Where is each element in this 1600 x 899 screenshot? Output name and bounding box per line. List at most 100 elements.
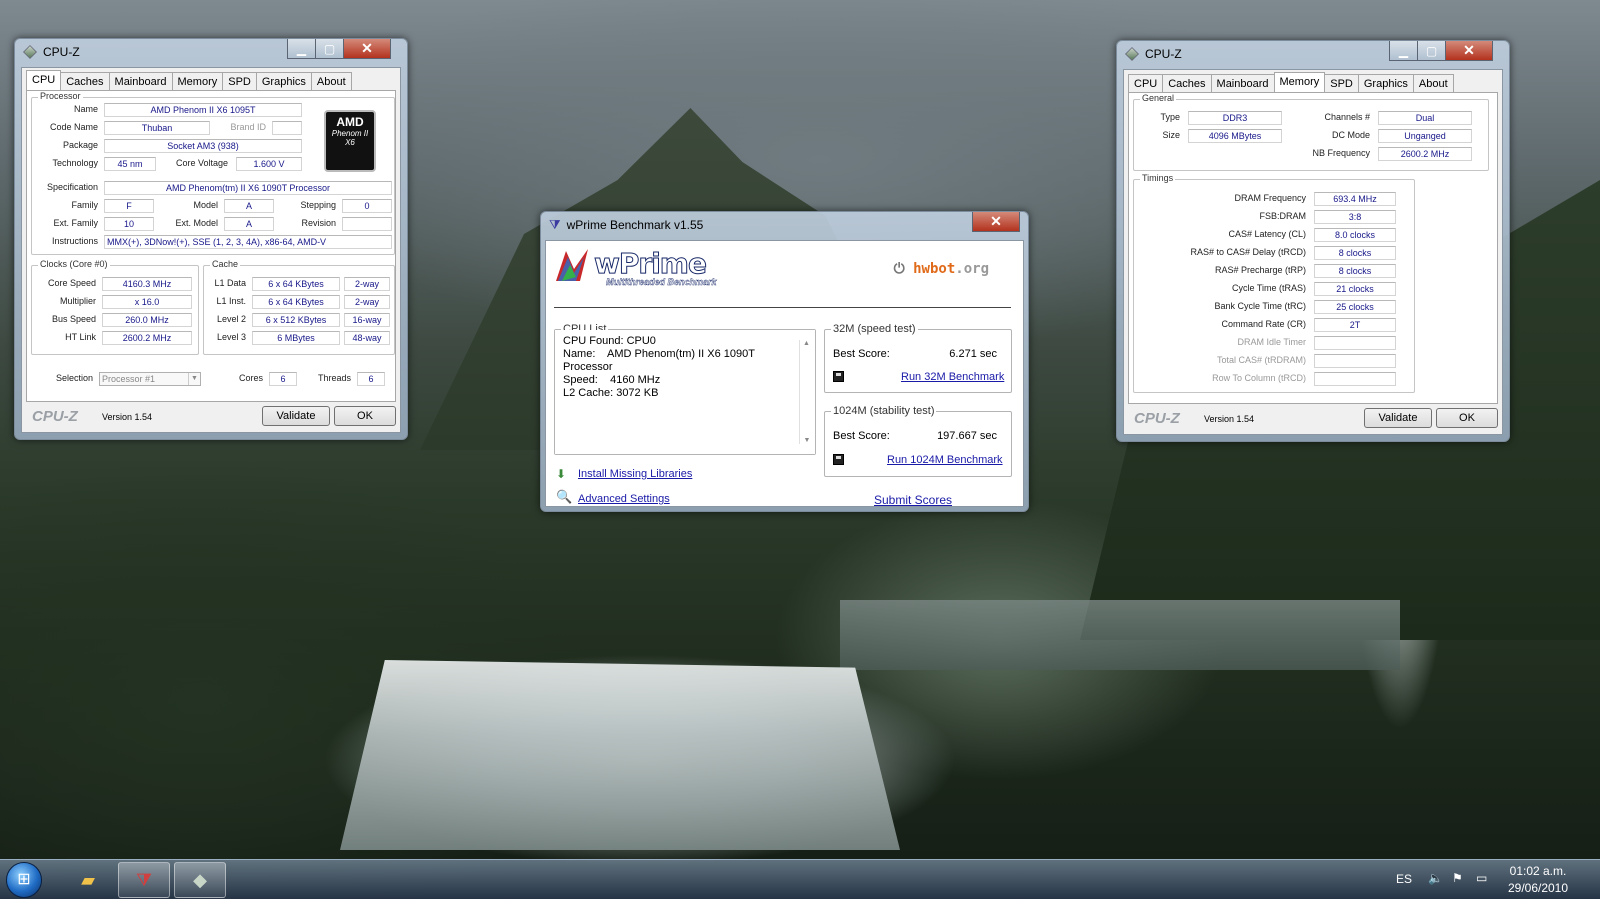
cpuz-window-cpu[interactable]: CPU-Z ▁ ▢ ✕ CPU Caches Mainboard Memory … (14, 38, 408, 440)
timings-group: Timings DRAM Frequency 693.4 MHz FSB:DRAM 3… (1133, 173, 1415, 393)
maximize-button[interactable]: ▢ (316, 39, 344, 58)
tab-caches[interactable]: Caches (60, 72, 110, 90)
wprime-logo-text: wPrime (594, 247, 708, 281)
advanced-settings-link[interactable]: Advanced Settings (578, 493, 670, 505)
channels-value: Dual (1378, 111, 1472, 125)
stability-test-score: 197.667 sec (937, 430, 997, 442)
scroll-down-icon[interactable]: ▼ (800, 437, 814, 444)
window-controls: ▁ ▢ ✕ (1389, 41, 1493, 61)
multiplier-label: Multiplier (59, 296, 96, 306)
window-title: CPU-Z (43, 45, 80, 59)
wprime-taskbar-button[interactable]: ⧩ (118, 862, 170, 898)
scroll-up-icon[interactable]: ▲ (800, 340, 813, 347)
tab-about[interactable]: About (310, 72, 352, 90)
validate-button[interactable]: Validate (262, 406, 330, 426)
wprime-app-icon: ⧩ (549, 217, 561, 232)
close-button[interactable]: ✕ (973, 212, 1019, 231)
tab-caches[interactable]: Caches (1162, 74, 1212, 92)
l1-inst-value: 6 x 64 KBytes (252, 295, 340, 309)
cpu-list-box[interactable]: CPU Found: CPU0 Name: AMD Phenom(tm) II … (555, 330, 815, 454)
run-32m-benchmark-link[interactable]: Run 32M Benchmark (901, 371, 1004, 383)
tab-graphics[interactable]: Graphics (1357, 74, 1414, 92)
speed-test-score: 6.271 sec (949, 348, 997, 360)
volume-muted-icon[interactable]: 🔈 (1428, 871, 1443, 885)
tab-memory[interactable]: Memory (1273, 72, 1326, 92)
validate-button[interactable]: Validate (1364, 408, 1432, 428)
brandid-value (272, 121, 302, 135)
timing-value: 8.0 clocks (1314, 228, 1396, 242)
hwbot-icon: ⏻ (893, 261, 914, 277)
tab-memory[interactable]: Memory (171, 72, 224, 90)
install-missing-libraries-link[interactable]: Install Missing Libraries (578, 468, 692, 480)
ok-button[interactable]: OK (334, 406, 396, 426)
network-icon[interactable]: ▭ (1476, 871, 1487, 885)
cpuz-client: CPU Caches Mainboard Memory SPD Graphics… (21, 67, 401, 433)
amd-logo-variant: X6 (345, 138, 355, 147)
stability-test-label: 1024M (stability test) (831, 405, 937, 417)
cpuz-logo: CPU-Z (1134, 410, 1180, 427)
wprime-titlebar[interactable]: ⧩ wPrime Benchmark v1.55 (541, 212, 1028, 238)
tab-mainboard[interactable]: Mainboard (1210, 74, 1275, 92)
tab-graphics[interactable]: Graphics (255, 72, 312, 90)
processor-select[interactable]: Processor #1 ▼ (99, 372, 201, 386)
stepping-value: 0 (342, 199, 392, 213)
save-icon[interactable] (833, 454, 844, 465)
tab-mainboard[interactable]: Mainboard (108, 72, 173, 90)
submit-scores-link[interactable]: Submit Scores (874, 493, 952, 507)
minimize-button[interactable]: ▁ (288, 39, 316, 58)
name-value: AMD Phenom II X6 1095T (104, 103, 302, 117)
wprime-window[interactable]: ⧩ wPrime Benchmark v1.55 ✕ wPrime Multit… (540, 211, 1029, 512)
cpu-list-scrollbar[interactable]: ▲ ▼ (799, 340, 813, 444)
minimize-button[interactable]: ▁ (1390, 41, 1418, 60)
clock-time[interactable]: 01:02 a.m. (1504, 864, 1572, 878)
cpuz-taskbar-button[interactable]: ◆ (174, 862, 226, 898)
language-indicator[interactable]: ES (1396, 872, 1412, 886)
cpuz-window-memory[interactable]: CPU-Z ▁ ▢ ✕ CPU Caches Mainboard Memory … (1116, 40, 1510, 442)
timing-label: Row To Column (tRCD) (1212, 373, 1306, 383)
codename-value: Thuban (104, 121, 210, 135)
close-button[interactable]: ✕ (344, 39, 390, 58)
size-label: Size (1162, 130, 1180, 140)
header-divider (554, 307, 1011, 308)
memory-tab-panel: General Type DDR3 Size 4096 MBytes Chann… (1128, 92, 1498, 404)
timing-label: DRAM Frequency (1234, 193, 1306, 203)
cpuz-logo: CPU-Z (32, 408, 78, 425)
tab-about[interactable]: About (1412, 74, 1454, 92)
l1-inst-label: L1 Inst. (216, 296, 246, 306)
action-center-flag-icon[interactable]: ⚑ (1452, 871, 1463, 885)
run-1024m-benchmark-link[interactable]: Run 1024M Benchmark (887, 454, 1003, 466)
tab-spd[interactable]: SPD (1324, 74, 1359, 92)
brandid-label: Brand ID (230, 122, 266, 132)
cpuz-icon: ◆ (193, 869, 207, 890)
technology-value: 45 nm (104, 157, 156, 171)
tab-cpu[interactable]: CPU (26, 70, 62, 90)
general-group-label: General (1140, 93, 1177, 103)
level2-value: 6 x 512 KBytes (252, 313, 340, 327)
hwbot-logo[interactable]: ⏻ hwbot.org (894, 261, 989, 277)
save-icon[interactable] (833, 371, 844, 382)
cpu-list-line: CPU Found: CPU0 (563, 335, 656, 347)
timing-value: 2T (1314, 318, 1396, 332)
l1-data-ways: 2-way (344, 277, 390, 291)
stability-test-score-label: Best Score: (833, 430, 890, 442)
l1-inst-ways: 2-way (344, 295, 390, 309)
stability-test-group: 1024M (stability test) Best Score: 197.6… (824, 405, 1012, 477)
tab-spd[interactable]: SPD (222, 72, 257, 90)
clock-date[interactable]: 29/06/2010 (1504, 881, 1572, 895)
cpu-list-line: Speed: 4160 MHz (563, 374, 661, 386)
processor-group: Processor Name AMD Phenom II X6 1095T AM… (31, 91, 395, 255)
threads-value: 6 (357, 372, 385, 386)
close-button[interactable]: ✕ (1446, 41, 1492, 60)
folder-icon: ▰ (81, 869, 95, 890)
windows-explorer-taskbar-button[interactable]: ▰ (62, 862, 114, 898)
amd-logo-model: Phenom II (331, 129, 369, 138)
start-button[interactable]: ⊞ (6, 862, 42, 898)
core-speed-label: Core Speed (47, 278, 96, 288)
ok-button[interactable]: OK (1436, 408, 1498, 428)
package-value: Socket AM3 (938) (104, 139, 302, 153)
amd-phenom-logo: AMD Phenom II X6 (324, 110, 376, 172)
clocks-group-label: Clocks (Core #0) (38, 259, 110, 269)
maximize-button[interactable]: ▢ (1418, 41, 1446, 60)
cpuz-footer: CPU-Z Version 1.54 Validate OK (1124, 404, 1502, 434)
tab-cpu[interactable]: CPU (1128, 74, 1164, 92)
